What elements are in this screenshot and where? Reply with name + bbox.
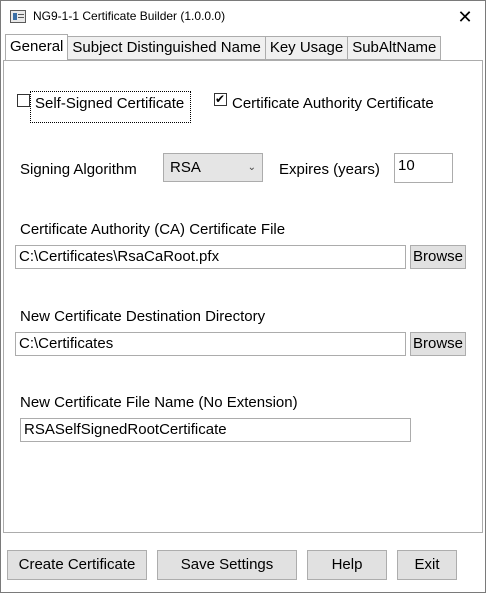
close-button[interactable]: ✕ [445, 1, 485, 33]
save-settings-button[interactable]: Save Settings [157, 550, 297, 580]
chevron-down-icon: ⌄ [247, 162, 256, 173]
close-icon: ✕ [457, 6, 473, 27]
self-signed-checkbox[interactable] [17, 94, 30, 107]
signing-algorithm-select[interactable]: RSA ⌄ [163, 153, 263, 182]
file-name-input[interactable]: RSASelfSignedRootCertificate [20, 418, 411, 442]
app-window: NG9-1-1 Certificate Builder (1.0.0.0) ✕ … [0, 0, 486, 593]
signing-algorithm-label: Signing Algorithm [20, 161, 137, 178]
self-signed-label[interactable]: Self-Signed Certificate [35, 95, 184, 112]
tab-subject-distinguished-name[interactable]: Subject Distinguished Name [68, 36, 266, 60]
general-tab-panel: Self-Signed Certificate Certificate Auth… [3, 60, 483, 533]
exit-button[interactable]: Exit [397, 550, 457, 580]
destination-directory-browse-button[interactable]: Browse [410, 332, 466, 356]
tab-key-usage[interactable]: Key Usage [265, 36, 349, 60]
ca-certificate-label[interactable]: Certificate Authority Certificate [232, 95, 434, 112]
create-certificate-button[interactable]: Create Certificate [7, 550, 147, 580]
ca-file-path-input[interactable]: C:\Certificates\RsaCaRoot.pfx [15, 245, 406, 269]
destination-directory-input[interactable]: C:\Certificates [15, 332, 406, 356]
expires-years-input[interactable]: 10 [394, 153, 453, 183]
tab-general[interactable]: General [5, 34, 69, 61]
tab-strip: General Subject Distinguished Name Key U… [5, 34, 442, 61]
help-button[interactable]: Help [307, 550, 387, 580]
ca-certificate-checkbox[interactable] [214, 91, 227, 107]
window-title: NG9-1-1 Certificate Builder (1.0.0.0) [33, 9, 226, 23]
ca-file-label: Certificate Authority (CA) Certificate F… [20, 221, 286, 238]
title-bar: NG9-1-1 Certificate Builder (1.0.0.0) ✕ [1, 1, 485, 33]
file-name-label: New Certificate File Name (No Extension) [20, 394, 298, 411]
expires-label: Expires (years) [279, 161, 380, 178]
ca-file-browse-button[interactable]: Browse [410, 245, 466, 269]
tab-subaltname[interactable]: SubAltName [348, 36, 442, 60]
certificate-app-icon [10, 10, 26, 23]
destination-directory-label: New Certificate Destination Directory [20, 308, 266, 325]
signing-algorithm-value: RSA [170, 159, 201, 176]
